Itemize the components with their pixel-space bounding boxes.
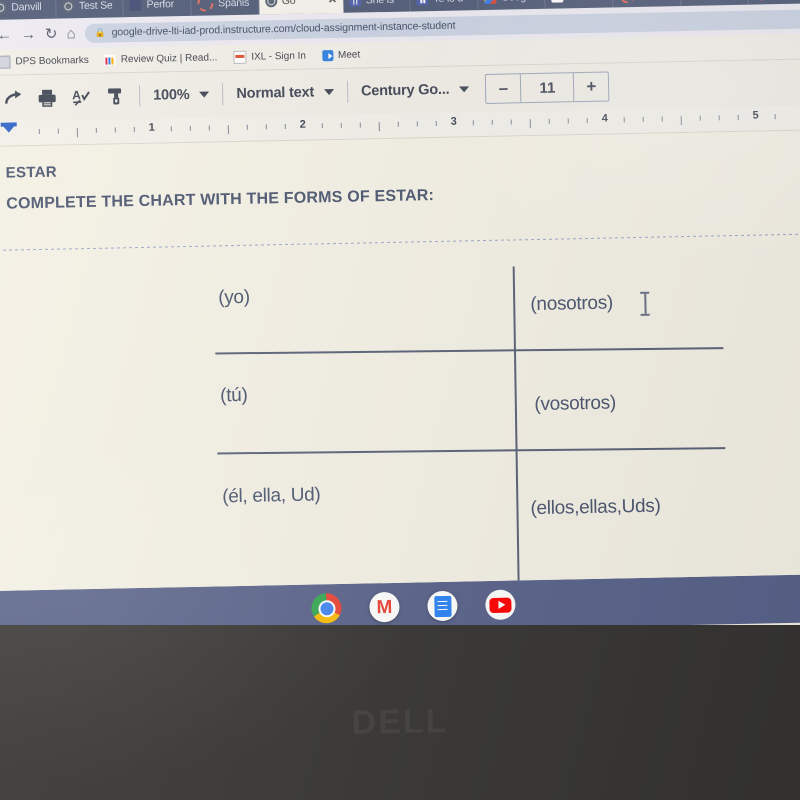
address-bar-url: google-drive-lti-iad-prod.instructure.co…	[111, 19, 456, 39]
pause-favicon	[416, 0, 429, 5]
gdrive-favicon	[483, 0, 497, 4]
zoom-dropdown[interactable]: 100%	[147, 86, 216, 104]
youtube-glyph	[489, 597, 512, 613]
ruler-number: 5	[752, 109, 759, 122]
gmail-favicon	[551, 0, 564, 3]
bookmark-label: Meet	[337, 49, 361, 61]
google-docs-icon[interactable]	[427, 590, 458, 622]
bookmark-dps-bookmarks[interactable]: DPS Bookmarks	[0, 54, 89, 69]
paint-format-icon[interactable]	[98, 79, 133, 114]
instruction-text: COMPLETE THE CHART WITH THE FORMS OF EST…	[6, 187, 435, 213]
laptop-bezel: DELL	[0, 625, 800, 800]
reload-icon[interactable]: ↻	[45, 25, 58, 42]
browser-tab-to-do[interactable]: To do !	[545, 0, 614, 9]
tab-label: Spanis	[218, 0, 250, 9]
page-break-divider	[0, 233, 800, 251]
ruler-number: 4	[601, 112, 608, 125]
tab-label: Danvill	[11, 0, 42, 13]
ruler-number: 1	[148, 121, 155, 134]
browser-tab-test-se[interactable]: Test Se	[55, 0, 124, 19]
folder-icon	[0, 55, 11, 69]
tab-label: Test Se	[78, 0, 113, 12]
browser-tab-spanis[interactable]: Spanis	[190, 0, 260, 16]
tab-label: Go	[281, 0, 296, 7]
youtube-icon[interactable]	[485, 589, 516, 621]
chrome-icon-center	[317, 599, 336, 617]
redo-icon[interactable]	[0, 81, 31, 116]
increase-font-size-button[interactable]: +	[574, 73, 609, 102]
tab-label: Googl	[501, 0, 528, 3]
pause-favicon	[348, 0, 361, 7]
paragraph-style-dropdown[interactable]: Normal text	[230, 84, 340, 102]
lock-icon: 🔒	[94, 27, 106, 38]
tab-label: She is	[366, 0, 394, 6]
close-icon[interactable]: ✕	[328, 0, 337, 6]
gmail-icon[interactable]: M	[369, 591, 400, 623]
chart-cell-el-ella-ud: (él, ella, Ud)	[222, 484, 321, 508]
spelling-check-icon[interactable]: A	[64, 80, 99, 115]
page-title: ESTAR	[5, 163, 58, 182]
browser-tab-danvill[interactable]: Danvill	[0, 0, 57, 20]
chart-cell-yo: (yo)	[218, 286, 250, 309]
font-size-value[interactable]: 11	[521, 73, 575, 103]
photograph-of-laptop-screen: Danvill Test Se Perfor Spanis Go ✕ Sh	[0, 0, 800, 800]
back-icon[interactable]: ←	[0, 26, 12, 43]
text-cursor-icon	[640, 291, 650, 316]
chart-horizontal-line-2	[217, 447, 726, 455]
chart-cell-nosotros: (nosotros)	[530, 292, 614, 316]
meet-icon	[321, 50, 334, 62]
chart-vertical-line	[512, 266, 521, 591]
chart-cell-vosotros: (vosotros)	[534, 392, 617, 416]
ring-favicon	[197, 0, 214, 12]
font-size-stepper: – 11 +	[485, 71, 610, 104]
globe-favicon	[61, 0, 75, 12]
square-favicon	[129, 0, 142, 11]
chart-horizontal-line-1	[215, 347, 724, 355]
docs-glyph	[433, 595, 452, 617]
ruler-number: 3	[450, 115, 457, 128]
home-icon[interactable]: ⌂	[66, 25, 75, 42]
ixl-icon	[233, 50, 247, 65]
toolbar-divider	[138, 84, 141, 107]
zoom-value: 100%	[152, 86, 190, 104]
tab-label: To do !	[569, 0, 599, 2]
bookmark-label: IXL - Sign In	[251, 50, 307, 63]
chevron-down-icon	[459, 86, 470, 93]
ring-favicon	[619, 0, 636, 3]
left-indent-marker[interactable]	[0, 123, 17, 133]
browser-tab-googl[interactable]: Googl	[477, 0, 546, 11]
dell-logo: DELL	[351, 702, 449, 742]
toolbar-divider	[222, 83, 224, 106]
bookmark-label: DPS Bookmarks	[15, 54, 89, 68]
document-page[interactable]: ESTAR COMPLETE THE CHART WITH THE FORMS …	[0, 130, 800, 591]
browser-tab-perfor[interactable]: Perfor	[123, 0, 192, 18]
browser-tab-te-lo-d[interactable]: Te lo d	[410, 0, 479, 12]
chevron-down-icon	[323, 89, 335, 96]
toolbar-divider	[346, 80, 349, 103]
print-icon[interactable]	[30, 80, 65, 115]
chevron-down-icon	[199, 91, 210, 98]
bookmark-review-quiz[interactable]: Review Quiz | Read...	[104, 52, 218, 66]
font-family-dropdown[interactable]: Century Go...	[355, 81, 476, 99]
bars-icon	[104, 54, 116, 66]
browser-tab-active-google-docs[interactable]: Go ✕	[258, 0, 344, 15]
tab-label: Perfor	[146, 0, 175, 11]
chart-cell-ellos-ellas-uds: (ellos,ellas,Uds)	[530, 495, 661, 520]
globe-favicon	[264, 0, 277, 7]
bookmark-ixl-sign-in[interactable]: IXL - Sign In	[233, 50, 307, 65]
paragraph-style-value: Normal text	[236, 84, 315, 102]
forward-icon[interactable]: →	[21, 26, 36, 43]
gmail-glyph: M	[376, 596, 393, 618]
chrome-icon[interactable]	[311, 592, 342, 624]
browser-tab-she-is[interactable]: She is	[342, 0, 411, 13]
bookmark-meet[interactable]: Meet	[321, 49, 361, 62]
chart-cell-tu: (tú)	[219, 384, 248, 407]
font-family-value: Century Go...	[360, 81, 450, 100]
globe-favicon	[0, 1, 7, 14]
ruler-number: 2	[299, 118, 306, 131]
tab-label: Te lo d	[433, 0, 463, 5]
laptop-screen: Danvill Test Se Perfor Spanis Go ✕ Sh	[0, 0, 800, 662]
decrease-font-size-button[interactable]: –	[486, 74, 522, 103]
bookmark-label: Review Quiz | Read...	[120, 52, 218, 66]
